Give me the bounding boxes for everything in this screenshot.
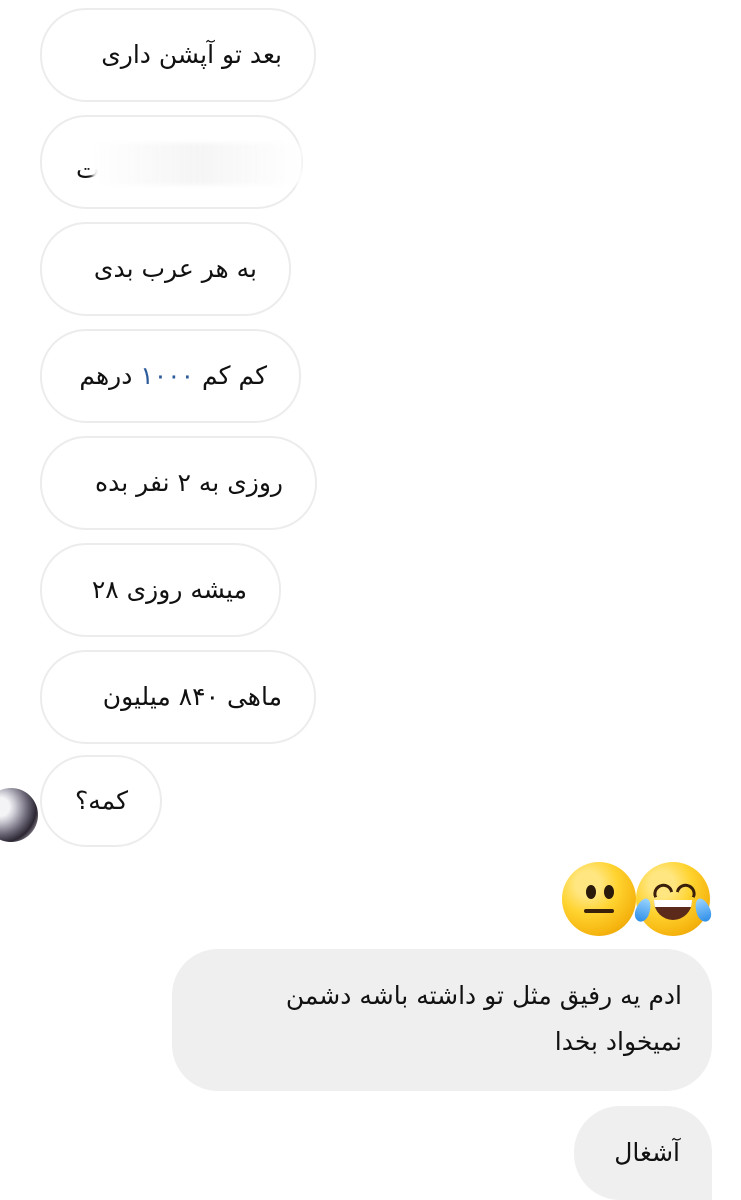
- message-bubble-incoming[interactable]: به هر عرب بدی: [40, 222, 291, 316]
- message-bubble-incoming[interactable]: کمه؟: [40, 755, 162, 847]
- message-bubble-incoming[interactable]: روزی به ۲ نفر بده: [40, 436, 317, 530]
- message-bubble-outgoing[interactable]: آشغال: [574, 1106, 712, 1200]
- message-text: میشه روزی ۲۸: [91, 575, 247, 604]
- message-text: به هر عرب بدی: [93, 254, 257, 283]
- message-bubble-incoming[interactable]: کم کم ۱۰۰۰ درهم: [40, 329, 301, 423]
- message-bubble-outgoing[interactable]: ادم یه رفیق مثل تو داشته باشه دشمن نمیخو…: [172, 949, 712, 1091]
- sender-avatar[interactable]: [0, 788, 38, 842]
- laughing-tears-icon: [632, 862, 714, 936]
- message-text: ادم یه رفیق مثل تو داشته باشه دشمن نمیخو…: [285, 981, 682, 1056]
- message-text: آشغال: [614, 1138, 680, 1167]
- chat-thread: بعد تو آپشن داری ت به هر عرب بدی کم کم ۱…: [0, 0, 741, 1200]
- message-text: روزی به ۲ نفر بده: [95, 468, 283, 497]
- message-text: کمه؟: [74, 786, 128, 815]
- message-bubble-incoming[interactable]: ماهی ۸۴۰ میلیون: [40, 650, 316, 744]
- message-number: ۱۰۰۰: [140, 361, 195, 390]
- message-text-part: درهم: [79, 361, 141, 390]
- message-text: بعد تو آپشن داری: [101, 40, 282, 69]
- message-text: کم کم ۱۰۰۰ درهم: [79, 359, 267, 393]
- message-text-part: کم کم: [194, 361, 267, 390]
- message-text: ماهی ۸۴۰ میلیون: [102, 682, 282, 711]
- redaction-blur: [92, 143, 302, 185]
- neutral-face-icon: [562, 862, 636, 936]
- message-bubble-incoming[interactable]: بعد تو آپشن داری: [40, 8, 316, 102]
- message-bubble-incoming[interactable]: میشه روزی ۲۸: [40, 543, 281, 637]
